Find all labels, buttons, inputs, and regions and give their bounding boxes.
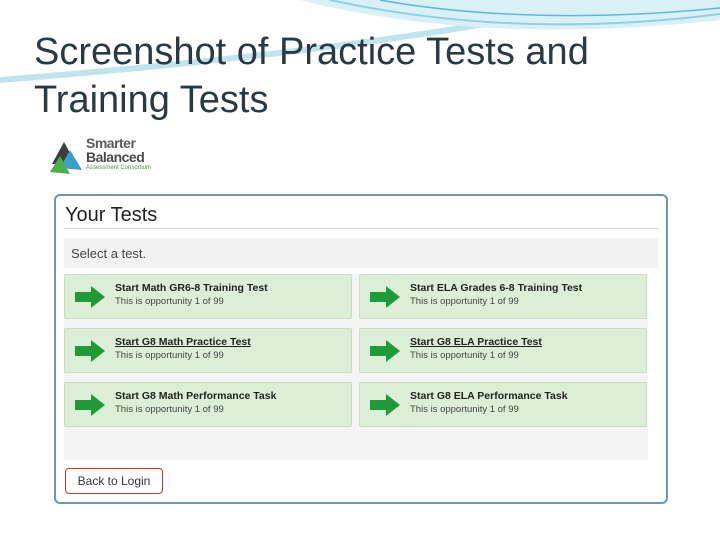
test-card-label: Start Math GR6-8 Training Test [115,282,268,294]
test-card-label: Start G8 ELA Practice Test [410,336,542,348]
test-card-label: Start G8 ELA Performance Task [410,390,568,402]
logo-word-smarter: Smarter [86,135,136,151]
select-prompt: Select a test. [71,246,147,261]
test-card-opportunity: This is opportunity 1 of 99 [410,296,519,307]
test-card-ela-practice[interactable]: Start G8 ELA Practice Test This is oppor… [359,328,647,373]
test-card-opportunity: This is opportunity 1 of 99 [410,350,519,361]
slide-title: Screenshot of Practice Tests and Trainin… [34,28,684,124]
panel-divider [64,228,658,229]
test-card-ela-training[interactable]: Start ELA Grades 6-8 Training Test This … [359,274,647,319]
panel-title: Your Tests [65,204,158,226]
test-card-opportunity: This is opportunity 1 of 99 [115,350,224,361]
test-card-label: Start G8 Math Practice Test [115,336,251,348]
right-arrow-icon [75,340,105,362]
right-arrow-icon [370,394,400,416]
test-card-ela-performance[interactable]: Start G8 ELA Performance Task This is op… [359,382,647,427]
logo-subtitle: Assessment Consortium [86,165,152,171]
your-tests-panel: Your Tests Select a test. Start Math GR6… [54,194,668,504]
select-prompt-bar: Select a test. [64,238,658,268]
test-card-label: Start G8 Math Performance Task [115,390,277,402]
test-card-math-training[interactable]: Start Math GR6-8 Training Test This is o… [64,274,352,319]
test-card-opportunity: This is opportunity 1 of 99 [115,404,224,415]
test-grid: Start Math GR6-8 Training Test This is o… [64,274,648,460]
smarter-balanced-logo-icon [50,142,82,174]
test-card-opportunity: This is opportunity 1 of 99 [410,404,519,415]
logo: Smarter Balanced Assessment Consortium [48,136,178,178]
test-card-math-practice[interactable]: Start G8 Math Practice Test This is oppo… [64,328,352,373]
logo-word-balanced: Balanced [86,149,145,165]
right-arrow-icon [75,286,105,308]
test-card-opportunity: This is opportunity 1 of 99 [115,296,224,307]
right-arrow-icon [75,394,105,416]
test-card-label: Start ELA Grades 6-8 Training Test [410,282,583,294]
right-arrow-icon [370,286,400,308]
right-arrow-icon [370,340,400,362]
test-card-math-performance[interactable]: Start G8 Math Performance Task This is o… [64,382,352,427]
slide-title-line2: Training Tests [34,79,269,121]
back-to-login-button[interactable]: Back to Login [65,468,163,494]
screenshot-frame: Smarter Balanced Assessment Consortium Y… [40,128,683,518]
slide-title-line1: Screenshot of Practice Tests and [34,31,589,73]
